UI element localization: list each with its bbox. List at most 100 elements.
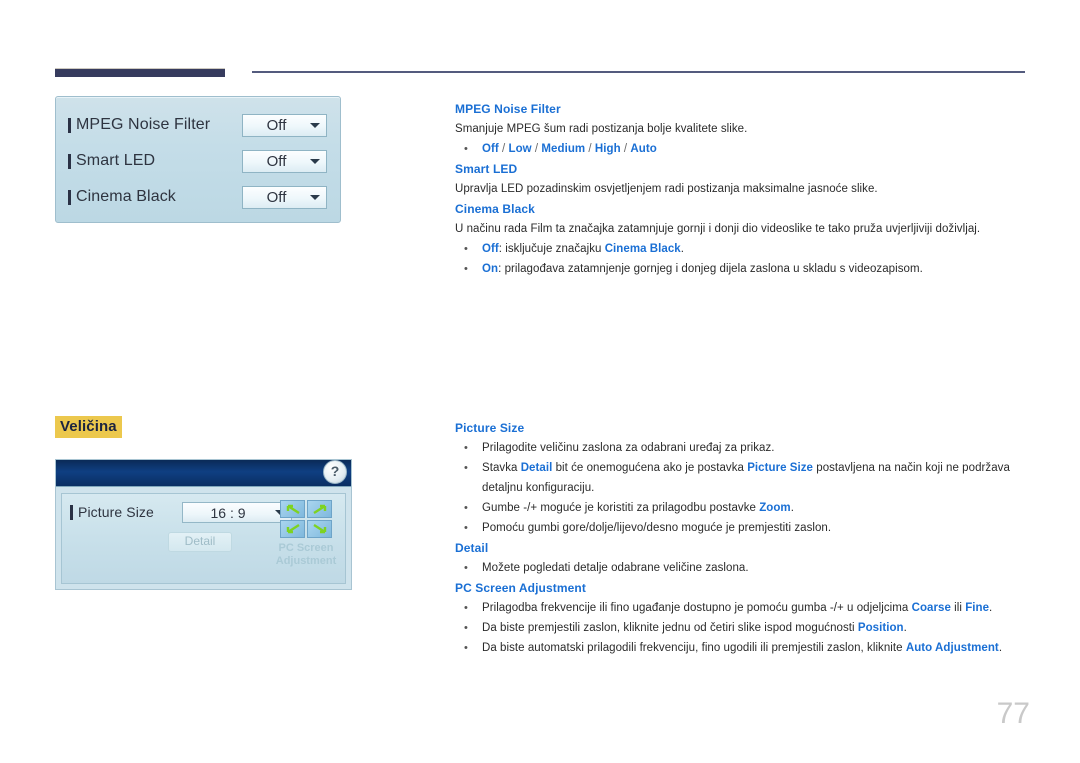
- pc-screen-adjustment-label: PC Screen Adjustment: [275, 542, 337, 567]
- help-icon[interactable]: ?: [323, 460, 347, 484]
- section-title-detail: Detail: [455, 541, 489, 555]
- bullet-text: bit će onemogućena ako je postavka: [552, 462, 748, 474]
- bullet-list-detail: Možete pogledati detalje odabrane veliči…: [455, 558, 1027, 578]
- option-separator: /: [531, 143, 542, 155]
- bullet-list-cinema-black: Off: isključuje značajku Cinema Black. O…: [455, 239, 1027, 279]
- position-arrow-top-right-icon[interactable]: [307, 500, 332, 518]
- osd-size-body: Picture Size 16 : 9 Detail PC Screen Adj…: [61, 493, 346, 584]
- list-item-pc-screen-2: Da biste premjestili zaslon, kliknite je…: [455, 618, 1027, 638]
- keyword-cinema-black: Cinema Black: [604, 243, 681, 255]
- list-item-mpeg-options: Off / Low / Medium / High / Auto: [455, 139, 1027, 159]
- bullet-text: Da biste automatski prilagodili frekvenc…: [482, 642, 906, 654]
- osd-size-panel: ? Picture Size 16 : 9 Detail PC Screen A…: [55, 459, 352, 590]
- list-bullet-icon: [70, 504, 73, 520]
- option-separator: /: [620, 143, 631, 155]
- osd-row-cinema-black[interactable]: Cinema Black Off: [68, 179, 328, 215]
- bullet-text: Gumbe -/+ moguće je koristiti za prilago…: [482, 502, 760, 514]
- pc-screen-adjustment-group: PC Screen Adjustment: [273, 500, 339, 568]
- list-bullet-icon: [68, 153, 71, 169]
- chevron-down-icon: [304, 121, 326, 130]
- osd-dropdown-value-smart-led: Off: [266, 152, 287, 170]
- osd-label-mpeg-noise-filter: MPEG Noise Filter: [76, 116, 211, 133]
- list-bullet-icon: [68, 117, 71, 133]
- position-arrow-top-left-icon[interactable]: [280, 500, 305, 518]
- list-item-picture-size-1: Prilagodite veličinu zaslona za odabrani…: [455, 438, 1027, 458]
- section-body-cinema-black: U načinu rada Film ta značajka zatamnjuj…: [455, 223, 981, 235]
- keyword-auto-adjustment: Auto Adjustment: [905, 642, 999, 654]
- bullet-text: Da biste premjestili zaslon, kliknite je…: [482, 622, 858, 634]
- osd-dropdown-smart-led[interactable]: Off: [242, 149, 327, 173]
- osd-label-picture-size: Picture Size: [78, 504, 154, 520]
- osd-label-smart-led: Smart LED: [76, 152, 156, 169]
- keyword-coarse: Coarse: [911, 602, 951, 614]
- bullet-list-picture-size: Prilagodite veličinu zaslona za odabrani…: [455, 438, 1027, 538]
- bullet-text: .: [790, 502, 794, 514]
- list-item-cinema-black-on: On: prilagođava zatamnjenje gornjeg i do…: [455, 259, 1027, 279]
- option-separator: /: [585, 143, 595, 155]
- keyword-detail: Detail: [520, 462, 553, 474]
- list-item-cinema-black-off: Off: isključuje značajku Cinema Black.: [455, 239, 1027, 259]
- osd-dropdown-value-cinema-black: Off: [266, 188, 287, 206]
- list-item-pc-screen-1: Prilagodba frekvencije ili fino ugađanje…: [455, 598, 1027, 618]
- osd-dropdown-mpeg-noise-filter[interactable]: Off: [242, 113, 327, 137]
- chevron-down-icon: [304, 193, 326, 202]
- section-title-mpeg-noise-filter: MPEG Noise Filter: [455, 102, 561, 116]
- section-body-smart-led: Upravlja LED pozadinskim osvjetljenjem r…: [455, 183, 878, 195]
- position-arrow-bottom-right-icon[interactable]: [307, 520, 332, 538]
- bullet-list-pc-screen-adjustment: Prilagodba frekvencije ili fino ugađanje…: [455, 598, 1027, 658]
- option-low: Low: [508, 143, 532, 155]
- osd-dropdown-value-picture-size: 16 : 9: [210, 504, 246, 521]
- section-title-cinema-black: Cinema Black: [455, 202, 535, 216]
- list-item-picture-size-2: Stavka Detail bit će onemogućena ako je …: [455, 458, 1027, 498]
- osd-picture-options-panel: MPEG Noise Filter Off Smart LED Off Cine…: [55, 96, 341, 223]
- detail-button[interactable]: Detail: [168, 532, 232, 552]
- list-item-picture-size-4: Pomoću gumbi gore/dolje/lijevo/desno mog…: [455, 518, 1027, 538]
- list-item-picture-size-3: Gumbe -/+ moguće je koristiti za prilago…: [455, 498, 1027, 518]
- option-high: High: [594, 143, 621, 155]
- list-item-detail-1: Možete pogledati detalje odabrane veliči…: [455, 558, 1027, 578]
- keyword-zoom: Zoom: [759, 502, 791, 514]
- content-column-bottom: Picture Size Prilagodite veličinu zaslon…: [455, 418, 1027, 658]
- section-heading-velicina: Veličina: [55, 416, 122, 438]
- option-medium: Medium: [541, 143, 586, 155]
- header-rule-thick: [55, 68, 225, 77]
- osd-label-cinema-black: Cinema Black: [76, 188, 176, 205]
- osd-row-smart-led[interactable]: Smart LED Off: [68, 143, 328, 179]
- list-item-pc-screen-3: Da biste automatski prilagodili frekvenc…: [455, 638, 1027, 658]
- keyword-off: Off: [482, 243, 499, 255]
- keyword-on: On: [482, 263, 499, 275]
- bullet-text: ili: [950, 602, 966, 614]
- osd-size-titlebar: ?: [56, 460, 351, 487]
- page-header-rule: [0, 0, 1080, 90]
- option-separator: /: [498, 143, 509, 155]
- option-auto: Auto: [630, 143, 657, 155]
- position-quadrant-icon[interactable]: [280, 500, 332, 538]
- keyword-picture-size: Picture Size: [747, 462, 813, 474]
- bullet-text-end: .: [680, 243, 684, 255]
- osd-row-picture-size: Picture Size: [70, 504, 154, 520]
- section-title-smart-led: Smart LED: [455, 162, 518, 176]
- section-body-mpeg-noise-filter: Smanjuje MPEG šum radi postizanja bolje …: [455, 123, 748, 135]
- bullet-text: : prilagođava zatamnjenje gornjeg i donj…: [498, 263, 923, 275]
- keyword-position: Position: [857, 622, 904, 634]
- bullet-text: Stavka: [482, 462, 521, 474]
- bullet-text: Možete pogledati detalje odabrane veliči…: [482, 562, 749, 574]
- osd-row-mpeg-noise-filter[interactable]: MPEG Noise Filter Off: [68, 107, 328, 143]
- bullet-text: .: [989, 602, 993, 614]
- osd-dropdown-value-mpeg-noise-filter: Off: [266, 116, 287, 134]
- page-number: 77: [996, 697, 1030, 730]
- bullet-list-mpeg-options: Off / Low / Medium / High / Auto: [455, 139, 1027, 159]
- option-off: Off: [482, 143, 499, 155]
- bullet-text: Pomoću gumbi gore/dolje/lijevo/desno mog…: [482, 522, 832, 534]
- list-bullet-icon: [68, 189, 71, 205]
- content-column-top: MPEG Noise Filter Smanjuje MPEG šum radi…: [455, 99, 1027, 279]
- section-title-picture-size: Picture Size: [455, 421, 525, 435]
- osd-dropdown-cinema-black[interactable]: Off: [242, 185, 327, 209]
- bullet-text: : isključuje značajku: [498, 243, 605, 255]
- header-rule-thin: [252, 71, 1025, 73]
- chevron-down-icon: [304, 157, 326, 166]
- position-arrow-bottom-left-icon[interactable]: [280, 520, 305, 538]
- section-heading-label: Veličina: [55, 416, 122, 438]
- bullet-text: .: [998, 642, 1003, 654]
- bullet-text: .: [903, 622, 907, 634]
